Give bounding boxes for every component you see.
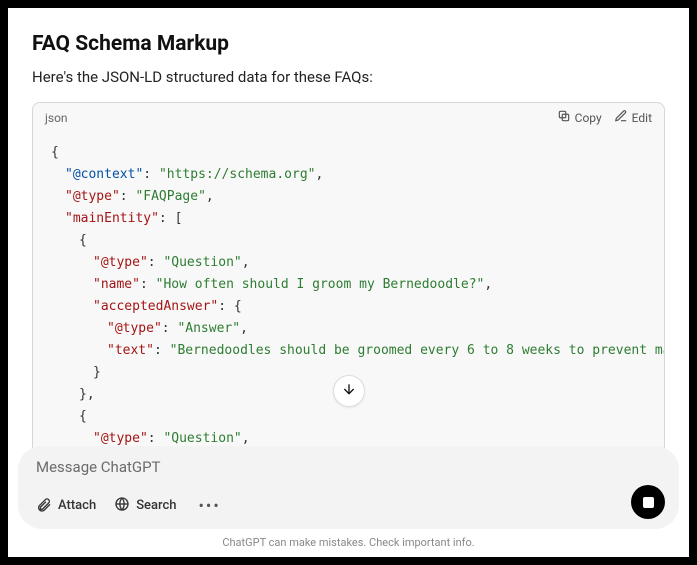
- more-button[interactable]: •••: [195, 492, 225, 519]
- copy-code-button[interactable]: Copy: [557, 109, 602, 126]
- code-block-header: json Copy Edit: [33, 103, 664, 132]
- app-frame: FAQ Schema Markup Here's the JSON-LD str…: [8, 8, 689, 557]
- code-language-label: json: [45, 111, 68, 125]
- paperclip-icon: [36, 496, 52, 516]
- ellipsis-icon: •••: [199, 496, 221, 515]
- search-button[interactable]: Search: [114, 496, 176, 516]
- section-lead: Here's the JSON-LD structured data for t…: [32, 68, 665, 86]
- globe-icon: [114, 496, 130, 516]
- search-label: Search: [136, 498, 176, 513]
- attach-button[interactable]: Attach: [36, 496, 96, 516]
- copy-icon: [557, 109, 571, 126]
- edit-code-button[interactable]: Edit: [614, 109, 652, 126]
- scroll-to-bottom-button[interactable]: [333, 375, 365, 407]
- edit-label: Edit: [632, 111, 652, 125]
- section-heading: FAQ Schema Markup: [32, 32, 665, 56]
- stop-icon: [643, 497, 654, 508]
- composer: Message ChatGPT Attach Search •••: [18, 446, 679, 529]
- arrow-down-icon: [341, 381, 357, 401]
- stop-generating-button[interactable]: [631, 485, 665, 519]
- disclaimer-text: ChatGPT can make mistakes. Check importa…: [8, 536, 689, 549]
- attach-label: Attach: [58, 498, 96, 513]
- message-input[interactable]: Message ChatGPT: [36, 458, 619, 476]
- edit-icon: [614, 109, 628, 126]
- copy-label: Copy: [575, 111, 602, 125]
